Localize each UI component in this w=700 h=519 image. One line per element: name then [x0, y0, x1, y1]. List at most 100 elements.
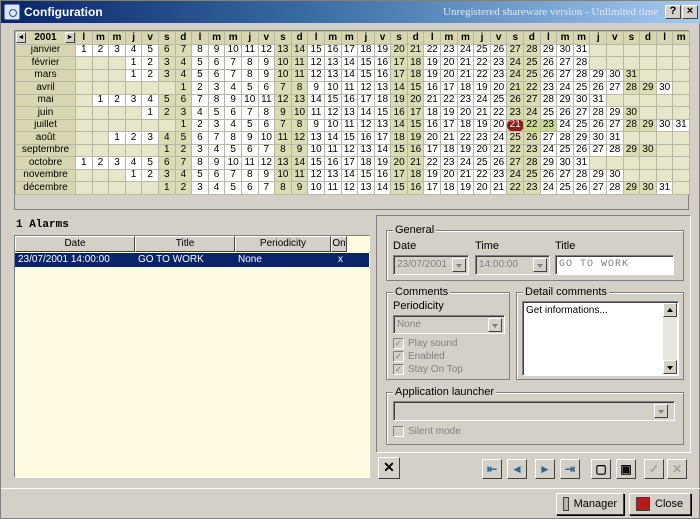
day-cell[interactable]: 11: [323, 143, 342, 157]
day-cell[interactable]: 19: [406, 131, 425, 145]
day-cell[interactable]: 3: [191, 143, 209, 157]
day-cell[interactable]: 17: [390, 68, 408, 82]
day-cell[interactable]: 29: [639, 118, 657, 132]
day-cell[interactable]: 27: [589, 181, 607, 195]
day-cell[interactable]: 2: [174, 181, 193, 195]
day-cell[interactable]: 30: [639, 143, 657, 157]
day-cell[interactable]: 1: [75, 43, 93, 57]
day-cell[interactable]: 24: [556, 81, 574, 95]
day-cell[interactable]: 11: [274, 131, 292, 145]
day-cell[interactable]: 2: [157, 106, 176, 120]
day-cell[interactable]: 25: [572, 118, 591, 132]
day-cell[interactable]: 17: [423, 181, 442, 195]
day-cell[interactable]: 22: [473, 168, 491, 182]
day-cell[interactable]: 28: [622, 118, 641, 132]
day-cell[interactable]: 3: [108, 43, 126, 57]
day-cell[interactable]: 26: [556, 106, 574, 120]
day-cell[interactable]: 17: [340, 43, 359, 57]
day-cell[interactable]: 4: [207, 143, 226, 157]
day-cell[interactable]: 25: [473, 43, 491, 57]
day-cell[interactable]: 24: [456, 156, 475, 170]
browse-icon[interactable]: [654, 404, 668, 418]
day-cell[interactable]: 13: [373, 81, 392, 95]
day-cell[interactable]: 8: [240, 168, 259, 182]
day-cell[interactable]: 21: [406, 156, 425, 170]
day-cell[interactable]: 2: [124, 131, 143, 145]
day-cell[interactable]: 18: [357, 43, 375, 57]
day-cell[interactable]: 6: [240, 143, 259, 157]
column-periodicity[interactable]: Periodicity: [235, 236, 331, 252]
day-cell[interactable]: 21: [489, 143, 508, 157]
day-cell[interactable]: 19: [473, 81, 491, 95]
day-cell[interactable]: 5: [224, 143, 242, 157]
help-button[interactable]: ?: [665, 5, 681, 19]
chevron-down-icon[interactable]: [488, 318, 502, 332]
day-cell[interactable]: 17: [390, 56, 408, 70]
day-cell[interactable]: 12: [274, 93, 292, 107]
day-cell[interactable]: 14: [340, 68, 359, 82]
day-cell[interactable]: 22: [506, 181, 525, 195]
day-cell[interactable]: 16: [373, 68, 392, 82]
day-cell[interactable]: 19: [456, 143, 475, 157]
day-cell[interactable]: 12: [357, 81, 375, 95]
day-cell[interactable]: 18: [406, 56, 425, 70]
day-cell[interactable]: 1: [174, 81, 193, 95]
day-cell[interactable]: 15: [307, 43, 325, 57]
day-cell[interactable]: 1: [157, 143, 176, 157]
day-cell[interactable]: 5: [174, 131, 193, 145]
day-cell[interactable]: 3: [191, 181, 209, 195]
column-title[interactable]: Title: [135, 236, 235, 252]
day-cell[interactable]: 12: [257, 43, 276, 57]
day-cell[interactable]: 6: [240, 181, 259, 195]
day-cell[interactable]: 2: [141, 168, 159, 182]
day-cell[interactable]: 27: [506, 156, 525, 170]
day-cell[interactable]: 9: [207, 43, 226, 57]
day-cell[interactable]: 7: [224, 168, 242, 182]
day-cell[interactable]: 22: [423, 156, 442, 170]
day-cell[interactable]: 2: [191, 118, 209, 132]
day-cell[interactable]: 28: [572, 56, 591, 70]
day-cell[interactable]: 22: [440, 93, 458, 107]
cancel-edit-button[interactable]: ✕: [667, 459, 687, 479]
day-cell[interactable]: 7: [174, 156, 193, 170]
day-cell[interactable]: 11: [290, 56, 309, 70]
day-cell[interactable]: 25: [473, 156, 491, 170]
day-cell[interactable]: 2: [108, 93, 126, 107]
day-cell[interactable]: 1: [157, 181, 176, 195]
day-cell[interactable]: 22: [489, 106, 508, 120]
day-cell[interactable]: 30: [589, 131, 607, 145]
last-record-button[interactable]: ⇥: [560, 459, 580, 479]
day-cell[interactable]: 20: [440, 168, 458, 182]
day-cell[interactable]: 25: [506, 131, 525, 145]
day-cell[interactable]: 2: [174, 143, 193, 157]
day-cell[interactable]: 18: [440, 143, 458, 157]
day-cell[interactable]: 1: [174, 118, 193, 132]
day-cell[interactable]: 20: [423, 131, 442, 145]
vertical-scrollbar[interactable]: [663, 303, 677, 374]
day-cell[interactable]: 30: [655, 81, 674, 95]
day-cell[interactable]: 11: [290, 68, 309, 82]
day-cell[interactable]: 22: [523, 118, 541, 132]
day-cell[interactable]: 27: [556, 56, 574, 70]
day-cell[interactable]: 12: [307, 68, 325, 82]
day-cell[interactable]: 12: [340, 181, 359, 195]
day-cell[interactable]: 15: [357, 56, 375, 70]
day-cell[interactable]: 4: [191, 106, 209, 120]
day-cell[interactable]: 6: [174, 93, 193, 107]
day-cell[interactable]: 2: [191, 81, 209, 95]
day-cell[interactable]: 16: [373, 168, 392, 182]
day-cell[interactable]: 8: [257, 106, 276, 120]
day-cell[interactable]: 29: [589, 168, 607, 182]
day-cell[interactable]: 17: [390, 168, 408, 182]
alarm-row[interactable]: 23/07/2001 14:00:00 GO TO WORK None x: [15, 253, 369, 267]
day-cell[interactable]: 27: [556, 168, 574, 182]
day-cell[interactable]: 28: [572, 168, 591, 182]
day-cell[interactable]: 8: [274, 181, 292, 195]
day-cell[interactable]: 29: [589, 68, 607, 82]
day-cell[interactable]: 24: [556, 118, 574, 132]
day-cell[interactable]: 17: [440, 118, 458, 132]
next-record-button[interactable]: ►: [535, 459, 555, 479]
day-cell[interactable]: 27: [589, 143, 607, 157]
day-cell[interactable]: 28: [606, 143, 624, 157]
day-cell[interactable]: 23: [456, 93, 475, 107]
